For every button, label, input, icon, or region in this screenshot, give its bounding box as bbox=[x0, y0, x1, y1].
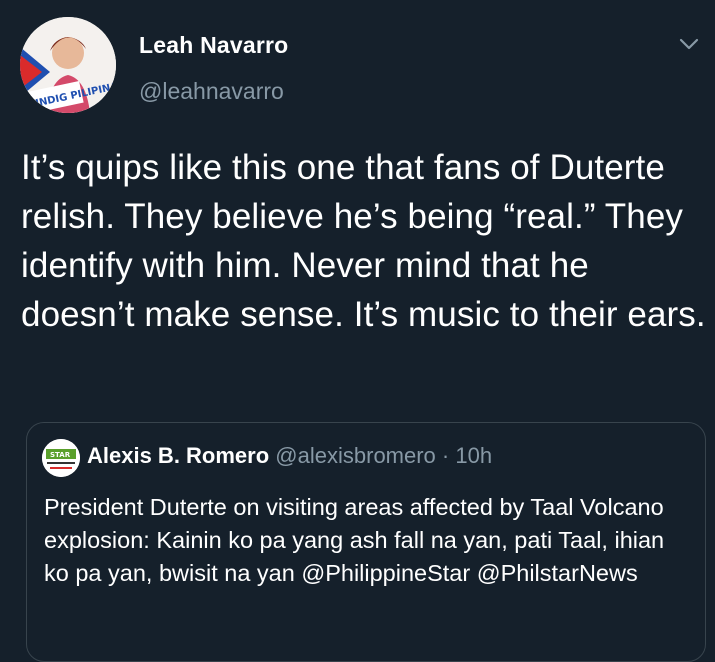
user-handle[interactable]: @leahnavarro bbox=[139, 78, 284, 105]
quoted-tweet[interactable]: STAR Alexis B. Romero @alexisbromero · 1… bbox=[26, 422, 706, 662]
quoted-timestamp[interactable]: 10h bbox=[455, 443, 492, 468]
quoted-header: Alexis B. Romero @alexisbromero · 10h bbox=[87, 443, 492, 469]
avatar[interactable]: TINDIG PILIPINAS! bbox=[20, 17, 116, 113]
quoted-user-handle[interactable]: @alexisbromero bbox=[275, 443, 436, 468]
separator-dot: · bbox=[441, 443, 450, 468]
quoted-display-name[interactable]: Alexis B. Romero bbox=[87, 443, 269, 468]
quoted-tweet-text: President Duterte on visiting areas affe… bbox=[44, 494, 665, 586]
chevron-down-icon[interactable] bbox=[678, 36, 700, 52]
quoted-avatar[interactable]: STAR bbox=[42, 439, 80, 477]
tweet-card: TINDIG PILIPINAS! Leah Navarro @leahnava… bbox=[0, 0, 715, 662]
quoted-avatar-text: STAR bbox=[50, 451, 71, 459]
display-name[interactable]: Leah Navarro bbox=[139, 32, 288, 59]
tweet-text: It’s quips like this one that fans of Du… bbox=[21, 148, 706, 334]
